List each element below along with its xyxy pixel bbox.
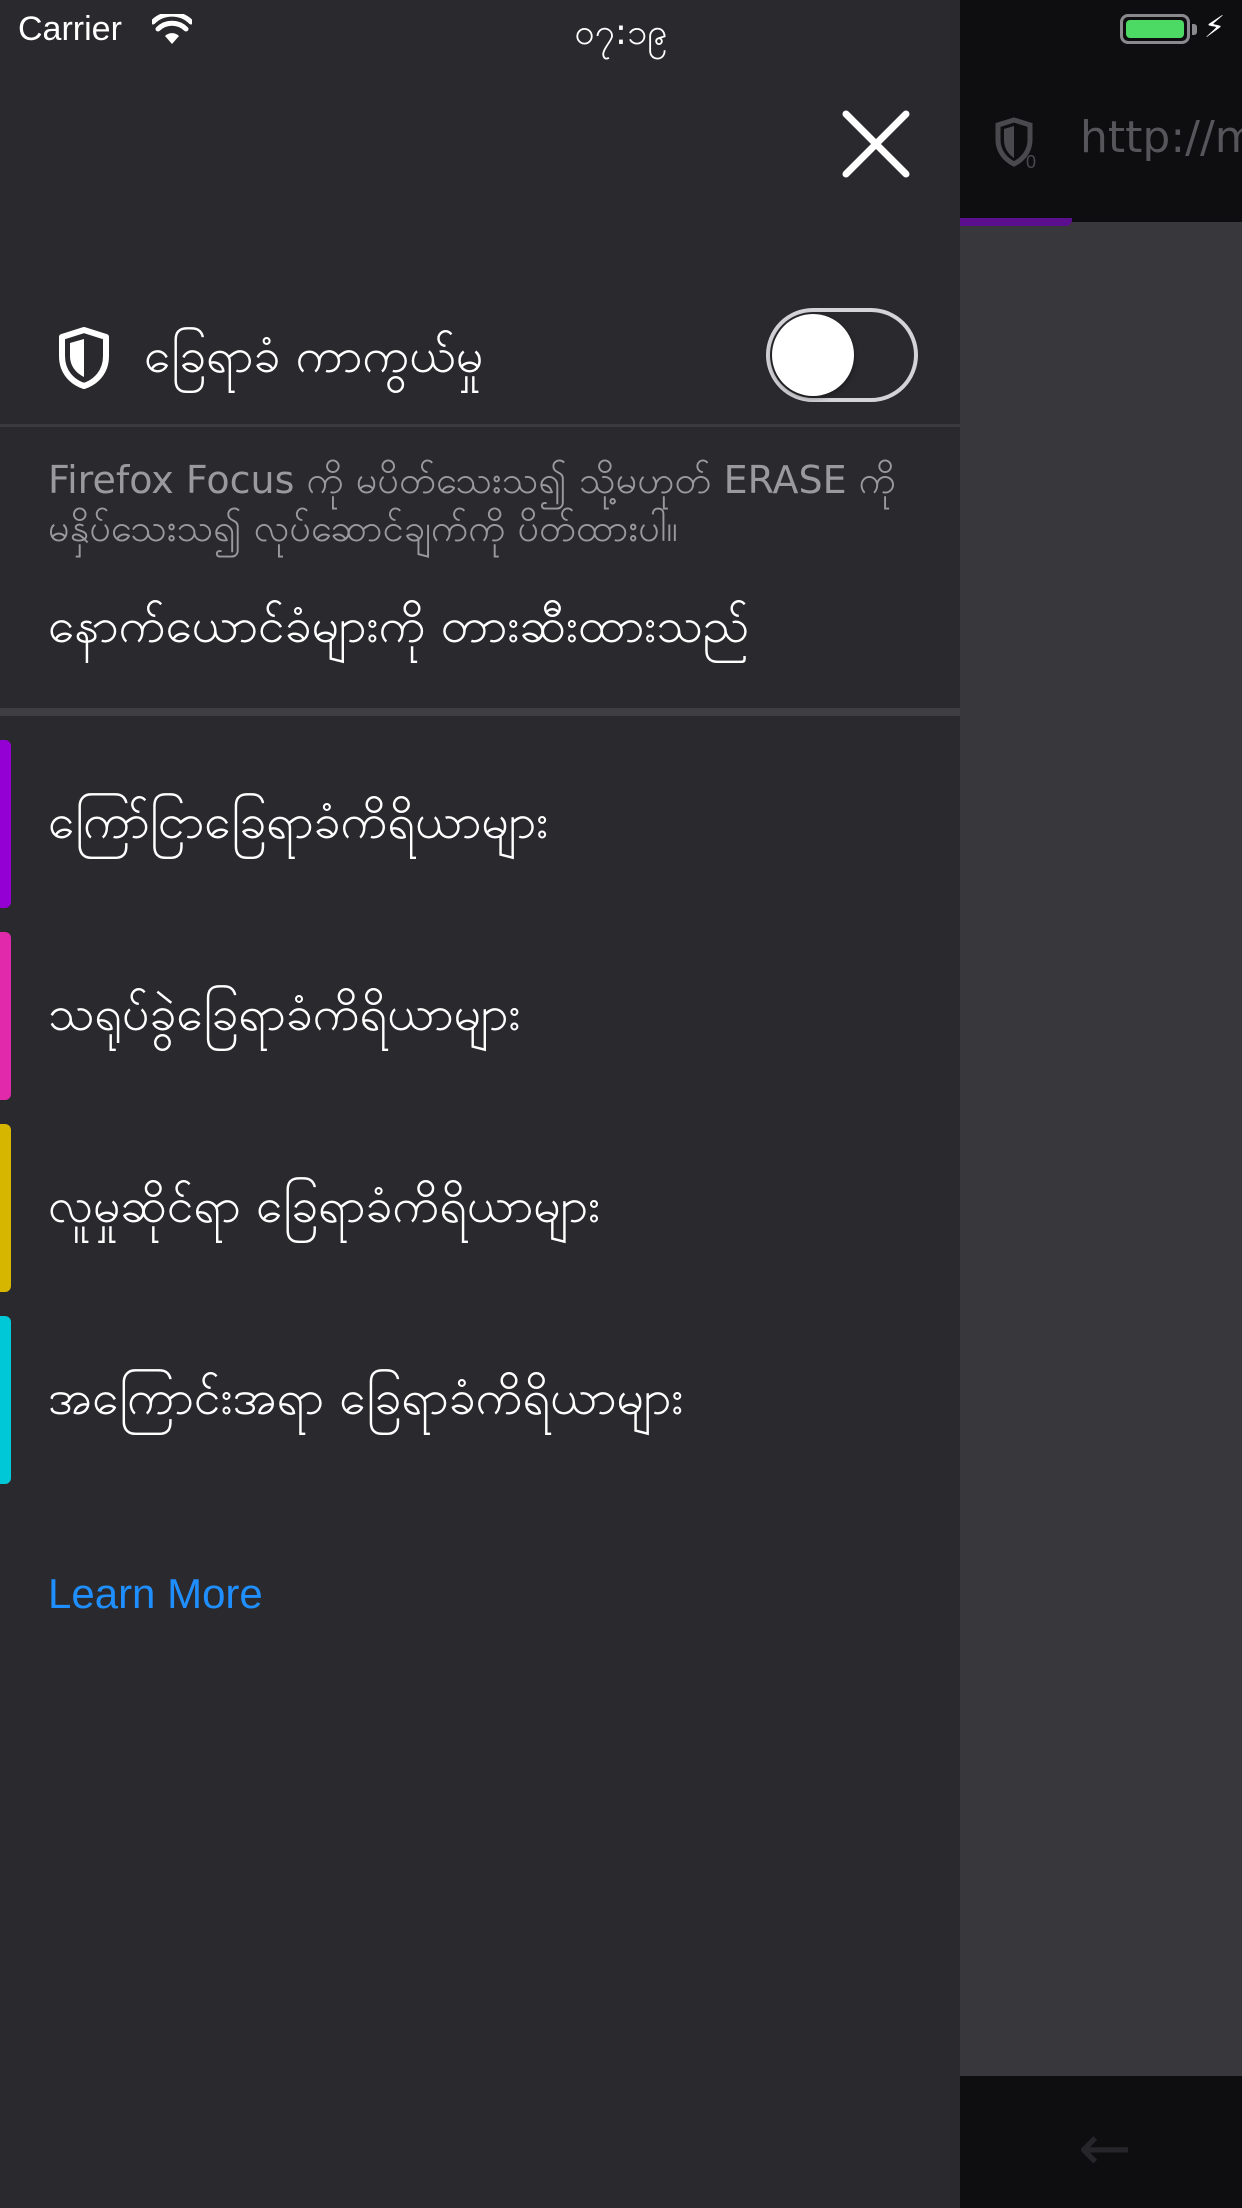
category-analytic-trackers: သရုပ်ခွဲခြေရာခံကိရိယာများ — [0, 932, 960, 1100]
divider — [0, 424, 960, 427]
category-content-trackers: အကြောင်းအရာ ခြေရာခံကိရိယာများ — [0, 1316, 960, 1484]
category-color-bar — [0, 1124, 11, 1292]
category-social-trackers: လူမှုဆိုင်ရာ ခြေရာခံကိရိယာများ — [0, 1124, 960, 1292]
browser-progress-bar — [960, 218, 1072, 226]
category-label: လူမှုဆိုင်ရာ ခြေရာခံကိရိယာများ — [48, 1178, 601, 1234]
browser-url-bar: 0 http://m — [960, 0, 1242, 222]
battery-icon — [1120, 14, 1190, 44]
svg-text:0: 0 — [1026, 152, 1036, 170]
tracking-protection-switch[interactable] — [766, 308, 918, 402]
category-color-bar — [0, 740, 11, 908]
protection-off-description: Firefox Focus ကို မပိတ်သေးသ၍ သို့မဟုတ် E… — [48, 458, 896, 550]
learn-more-link[interactable]: Learn More — [48, 1570, 263, 1618]
category-ad-trackers: ကြော်ငြာခြေရာခံကိရိယာများ — [0, 740, 960, 908]
back-arrow-icon[interactable]: ← — [1078, 2112, 1132, 2186]
tracking-protection-label: ခြေရာခံ ကာကွယ်မှု — [144, 328, 484, 384]
wifi-icon — [152, 14, 192, 44]
category-label: သရုပ်ခွဲခြေရာခံကိရိယာများ — [48, 986, 521, 1042]
charging-bolt-icon: ⚡ — [1204, 10, 1226, 45]
carrier-label: Carrier — [18, 10, 122, 48]
browser-url-text[interactable]: http://m — [1080, 112, 1242, 163]
browser-background: 0 http://m ⚡ ← — [960, 0, 1242, 2208]
tracking-protection-toggle-row: ခြေရာခံ ကာကွယ်မှု — [0, 290, 960, 426]
browser-shield-icon: 0 — [995, 117, 1036, 170]
shield-icon — [59, 327, 109, 389]
category-color-bar — [0, 1316, 11, 1484]
close-icon[interactable] — [836, 104, 916, 184]
category-color-bar — [0, 932, 11, 1100]
battery-tip — [1192, 24, 1197, 35]
category-label: ကြော်ငြာခြေရာခံကိရိယာများ — [48, 794, 549, 850]
category-label: အကြောင်းအရာ ခြေရာခံကိရိယာများ — [48, 1370, 684, 1426]
section-divider — [0, 708, 960, 716]
switch-knob — [772, 314, 854, 396]
trackers-blocked-label: နောက်ယောင်ခံများကို တားဆီးထားသည် — [48, 598, 750, 654]
tracking-protection-panel: Carrier ခြေရာခံ ကာကွယ်မှု Firefox Focus … — [0, 0, 960, 2208]
